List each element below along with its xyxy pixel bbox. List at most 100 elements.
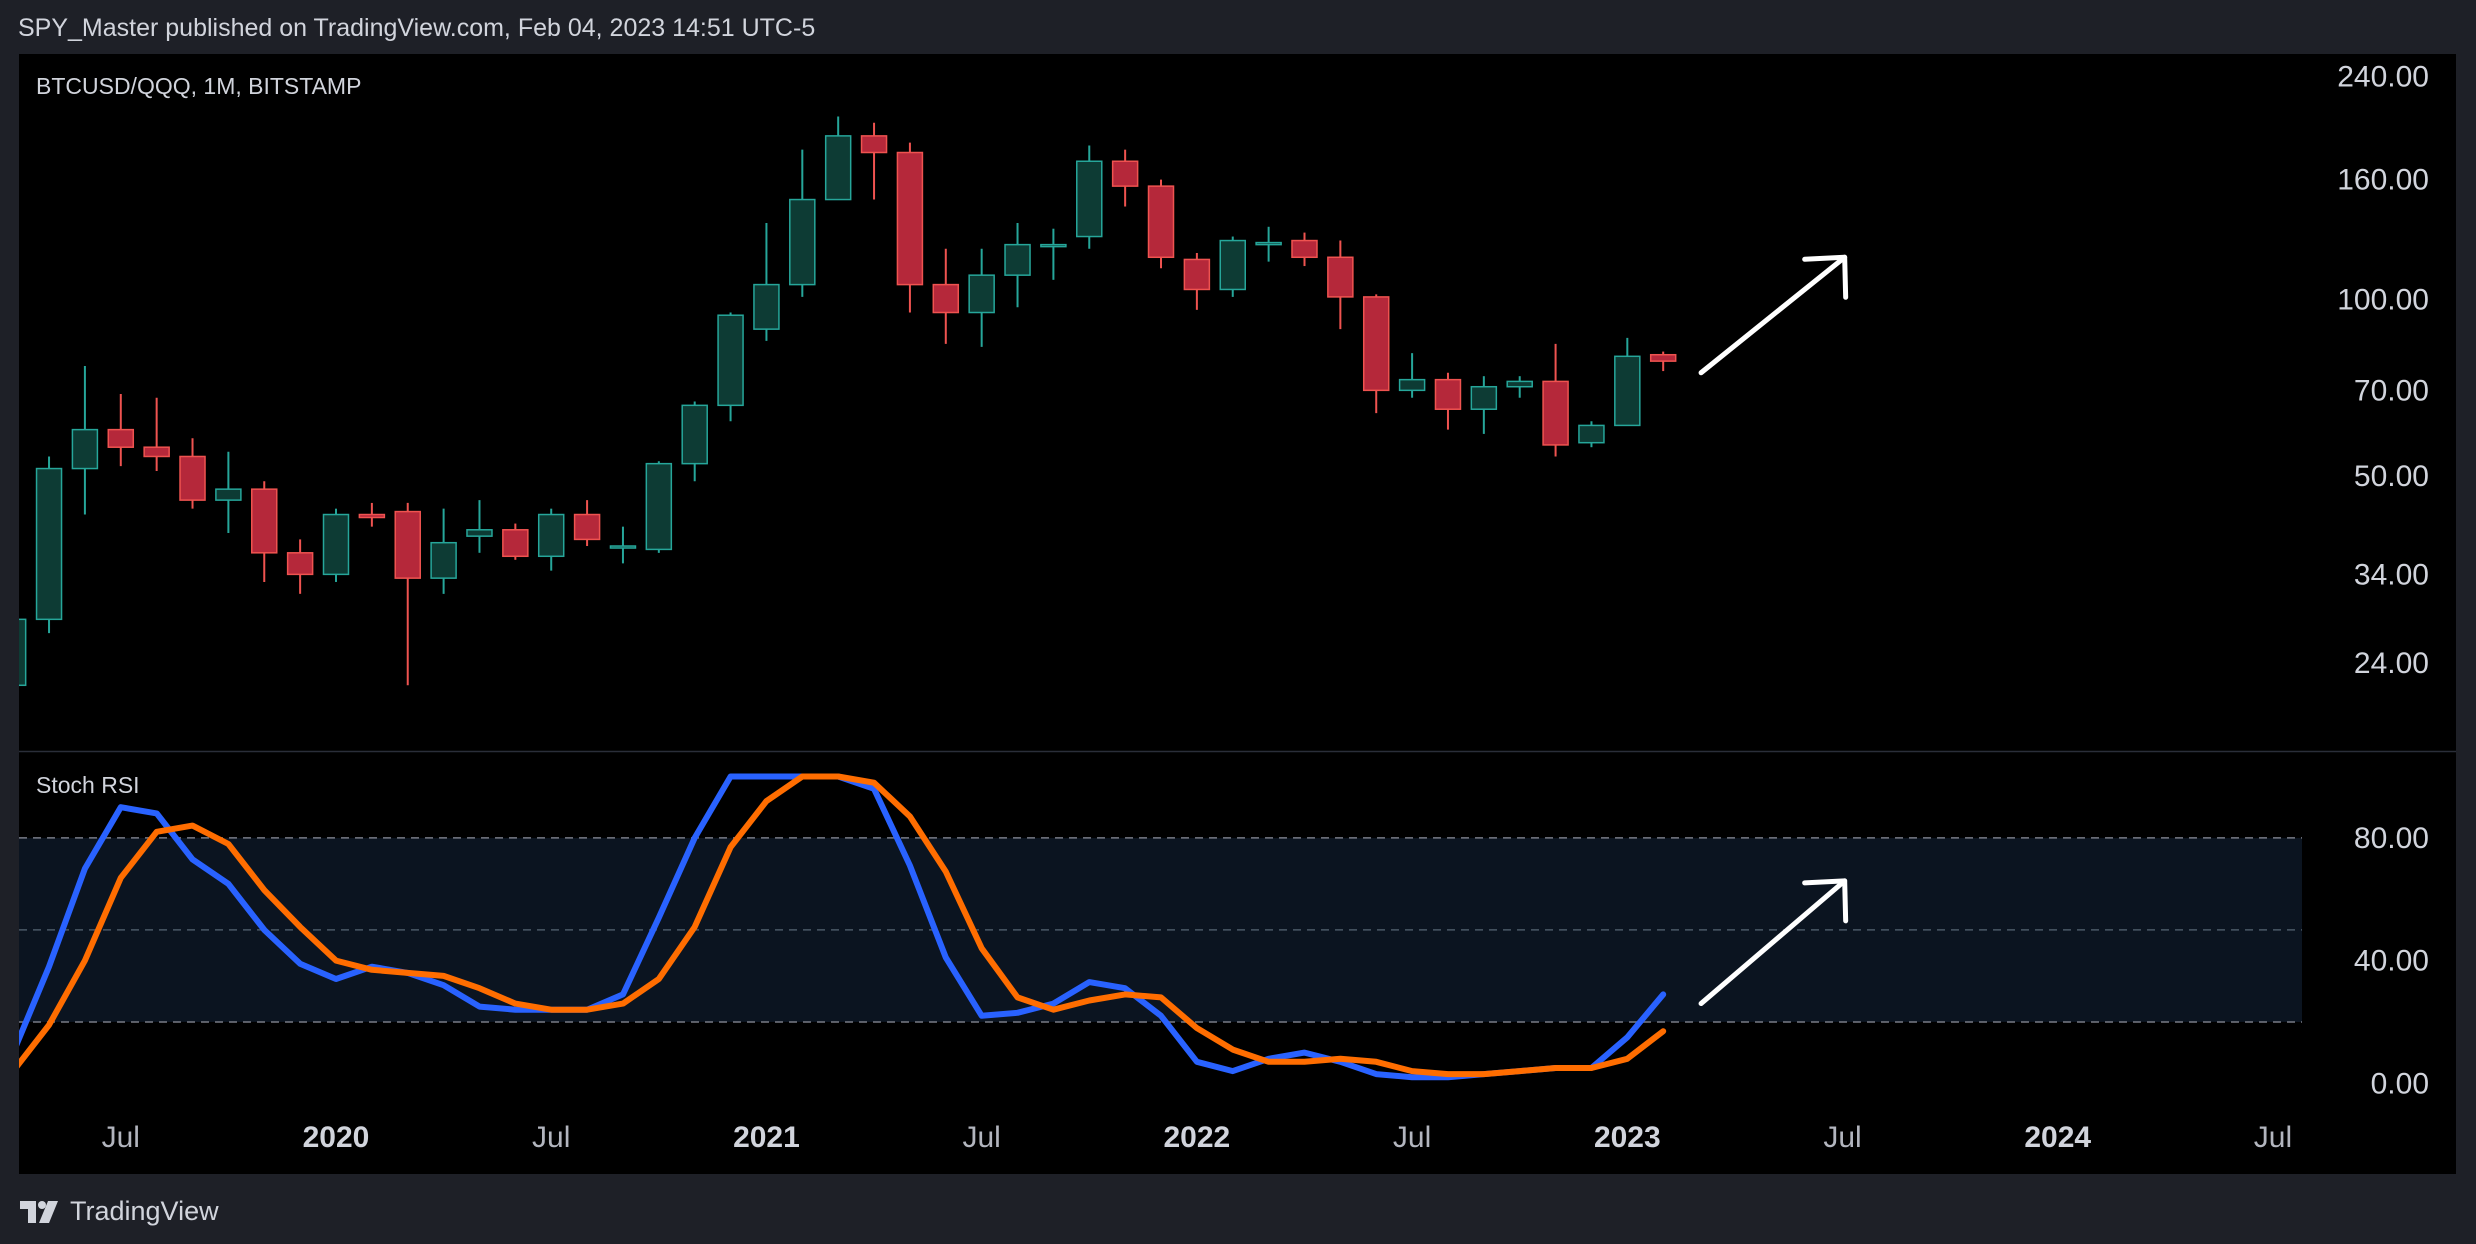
candle-body [322,513,350,576]
candle[interactable] [1649,351,1677,372]
publisher-line: SPY_Master published on TradingView.com,… [18,14,816,42]
chart-canvas[interactable]: 240.00 160.00 100.00 70.00 50.00 34.00 24.00 80… [19,54,2456,1174]
candle-body [681,404,708,465]
candle[interactable] [1219,236,1246,297]
candle[interactable] [430,508,457,594]
candle-body [1147,185,1175,259]
candle[interactable] [143,397,170,472]
time-axis-label: Jul [532,1121,570,1154]
candle[interactable] [394,502,421,686]
candle[interactable] [896,142,924,313]
time-axis-label: Jul [1393,1121,1431,1154]
candle-body [71,428,99,470]
candle[interactable] [789,149,816,297]
candle-body [179,455,206,501]
candle-body [717,314,744,407]
candle-body [1183,258,1211,291]
candle[interactable] [717,312,744,422]
candle-body [1649,353,1677,362]
candle-body [1398,378,1426,392]
candle-body [358,513,386,519]
candle[interactable] [1076,145,1103,249]
candle[interactable] [251,481,278,582]
candle-body [1506,380,1533,388]
candle-body [573,513,601,541]
candle[interactable] [1147,179,1175,269]
time-axis-label: Jul [962,1121,1000,1154]
candle[interactable] [537,508,565,571]
candle-body [1434,378,1462,410]
candle[interactable] [35,456,63,634]
candle[interactable] [1004,222,1031,308]
candle[interactable] [286,539,314,594]
candle-body [860,135,888,154]
candle-body [1291,239,1318,259]
candle-body [1076,160,1103,238]
price-pane-title: BTCUSD/QQQ, 1M, BITSTAMP [36,73,361,99]
candle-body [1004,243,1031,276]
candle[interactable] [968,248,995,347]
time-axis-label: 2021 [733,1121,800,1154]
stoch-axis-label: 0.00 [2371,1067,2429,1100]
candle[interactable] [466,500,493,553]
candle[interactable] [107,394,135,467]
candle-body [1327,256,1354,298]
candle[interactable] [1506,376,1533,398]
candle[interactable] [1111,149,1139,207]
candle[interactable] [932,248,960,344]
candle[interactable] [215,451,242,533]
candle[interactable] [1614,337,1641,427]
candle-body [609,545,637,549]
candle[interactable] [19,606,27,687]
candle-body [394,510,421,579]
candle-body [824,135,852,201]
stoch-pane-title: Stoch RSI [36,772,140,798]
stoch-axis-label: 80.00 [2354,822,2429,855]
time-axis-label: 2022 [1164,1121,1231,1154]
candle[interactable] [1327,240,1354,330]
candle-body [286,552,314,576]
time-axis-label: 2024 [2024,1121,2091,1154]
stoch-axis-label: 40.00 [2354,945,2429,978]
candle-body [932,283,960,314]
candle[interactable] [71,366,99,515]
candle-body [645,462,673,551]
candle[interactable] [1255,226,1282,262]
tradingview-brand-label: TradingView [70,1196,219,1226]
candle[interactable] [1362,294,1390,414]
candle[interactable] [1578,421,1605,448]
candle-body [215,488,242,501]
candle[interactable] [609,526,637,564]
candle[interactable] [681,401,708,482]
chart-frame[interactable]: 240.00 160.00 100.00 70.00 50.00 34.00 24.00 80… [19,54,2456,1174]
candle[interactable] [1040,228,1067,280]
candle[interactable] [1434,372,1462,430]
candle[interactable] [753,222,780,341]
candle-body [1362,296,1390,392]
tradingview-brand[interactable]: TradingView [20,1196,219,1227]
candle-body [753,283,780,330]
price-axis-label: 240.00 [2337,60,2429,93]
candle[interactable] [1398,353,1426,398]
candle-body [251,488,278,554]
price-trend-arrow-shaft [1698,254,1848,376]
candle[interactable] [645,461,673,553]
price-axis-label: 34.00 [2354,558,2429,591]
candle[interactable] [322,508,350,582]
candle[interactable] [1470,376,1498,434]
candle[interactable] [573,500,601,547]
candle[interactable] [1542,343,1569,457]
time-axis-label: 2020 [303,1121,370,1154]
candle-body [1614,355,1641,427]
candle[interactable] [1183,252,1211,310]
candle[interactable] [824,116,852,201]
candle[interactable] [860,122,888,200]
price-axis-label: 160.00 [2337,164,2429,197]
candle[interactable] [502,523,529,560]
candle[interactable] [1291,232,1318,267]
time-axis-label: Jul [2254,1121,2292,1154]
time-axis-label: 2023 [1594,1121,1661,1154]
price-trend-arrow[interactable] [1698,254,1849,376]
candle[interactable] [179,438,206,509]
candle[interactable] [358,502,386,527]
